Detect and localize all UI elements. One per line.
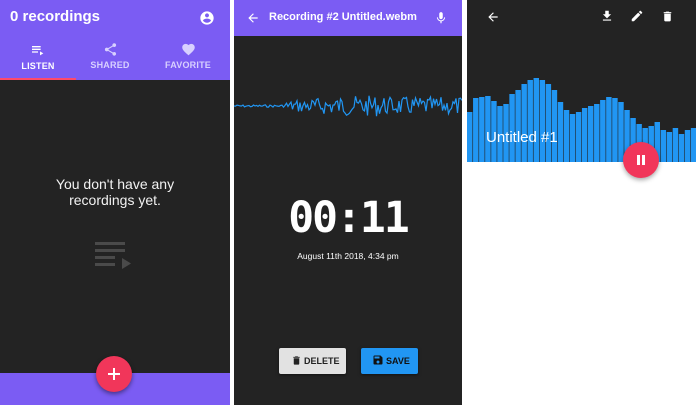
tab-label: FAVORITE [165,60,211,70]
arrow-back-icon[interactable] [486,10,500,24]
download-icon[interactable] [600,9,614,23]
recording-screen: Recording #2 Untitled.webm 00:11 August … [234,0,462,405]
spectrum-bar [473,98,479,162]
spectrum-bar [545,84,552,162]
live-waveform [234,94,462,117]
spectrum-bar [600,100,606,162]
pause-button[interactable] [623,142,659,178]
empty-state-message: You don't have any recordings yet. [55,176,175,208]
page-title: 0 recordings [10,8,101,25]
app-bar: Recording #2 Untitled.webm [234,0,462,36]
spectrum-bar [521,84,527,162]
new-recording-button[interactable] [96,356,132,392]
floppy-disk-icon [373,355,383,365]
arrow-back-icon[interactable] [246,11,260,25]
spectrum-bar [588,106,594,162]
spectrum-bar [557,102,564,162]
delete-button[interactable]: DELETE [279,348,346,374]
spectrum-bar [575,112,582,162]
spectrum-bar [672,128,679,162]
spectrum-bar [678,134,685,162]
spectrum-bar [563,110,570,162]
delete-label: DELETE [304,356,340,366]
spectrum-bar [479,97,485,162]
spectrum-bar [515,90,521,162]
spectrum-bar [581,108,588,162]
recording-title: Recording #2 Untitled.webm [269,11,417,23]
playback-header: Untitled #1 [467,0,696,162]
save-button[interactable]: SAVE [361,348,418,374]
playlist-play-icon [95,242,131,269]
spectrum-bar [606,97,612,162]
share-icon [104,43,116,56]
heart-icon [181,43,195,56]
trash-icon[interactable] [661,9,674,24]
recording-date: August 11th 2018, 4:34 pm [297,251,399,261]
spectrum-bar [612,98,618,162]
plus-icon [108,368,120,380]
playback-title: Untitled #1 [486,129,558,146]
spectrum-bar [551,90,558,162]
playlist-icon [32,46,44,56]
app-bar: 0 recordings LISTEN SHARED FAVORITE [0,0,230,80]
spectrum-bar [539,80,546,162]
active-tab-indicator [0,78,76,80]
recordings-list-screen: 0 recordings LISTEN SHARED FAVORITE You … [0,0,230,405]
spectrum-bar [666,132,673,162]
tab-favorite[interactable]: FAVORITE [150,40,226,80]
spectrum-bar [618,102,624,162]
pause-icon [637,155,645,165]
recording-timer: 00:11 [288,193,409,243]
spectrum-bar [569,114,576,162]
spectrum-bar [594,104,600,162]
spectrum-bar [509,94,515,162]
spectrum-bar [690,128,696,162]
edit-icon[interactable] [630,9,644,23]
microphone-icon[interactable] [434,10,448,26]
account-circle-icon[interactable] [199,10,215,26]
playback-screen: Untitled #1 [467,0,696,405]
tab-shared[interactable]: SHARED [72,40,148,80]
tab-label: SHARED [90,60,130,70]
spectrum-bar [467,112,473,162]
spectrum-bar [684,130,691,162]
save-label: SAVE [386,356,410,366]
spectrum-bar [527,80,533,162]
trash-icon [293,356,300,365]
spectrum-bar [533,78,539,162]
tab-label: LISTEN [21,61,55,71]
tab-listen[interactable]: LISTEN [0,40,76,80]
spectrum-bar [660,130,667,162]
